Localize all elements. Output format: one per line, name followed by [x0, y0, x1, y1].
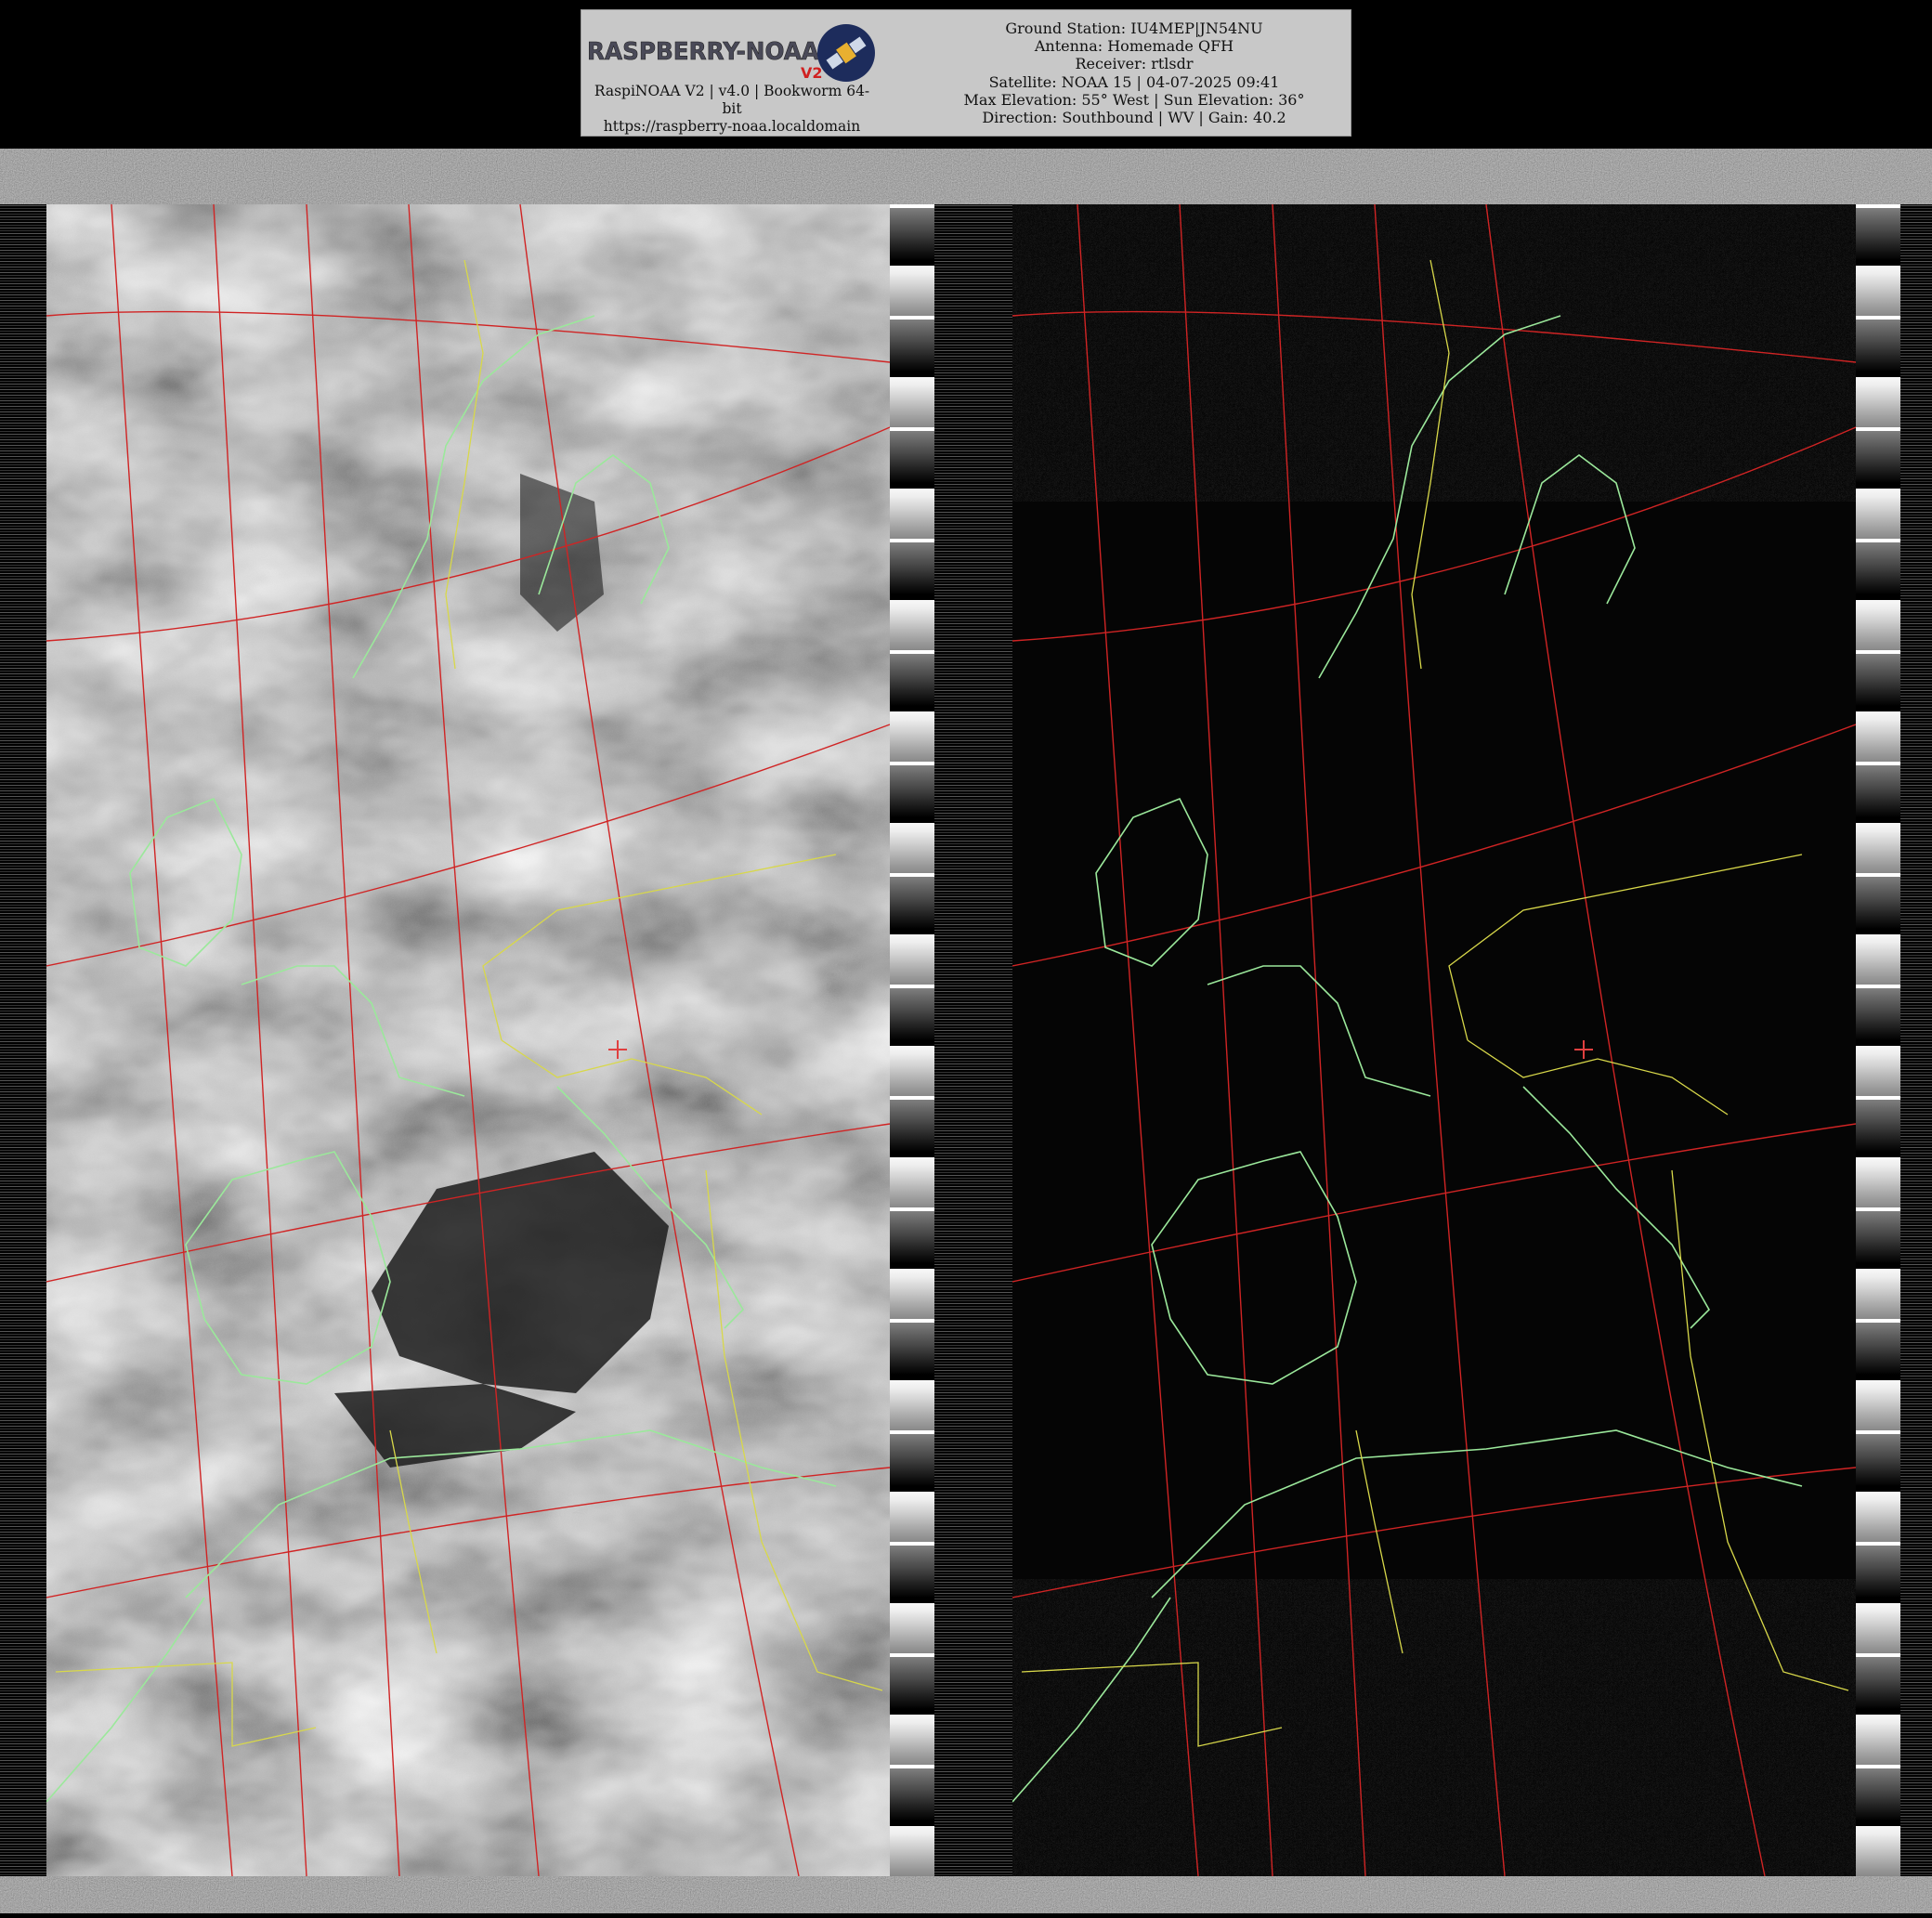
logo-version-badge: V2 [801, 64, 823, 82]
receiver-line: Receiver: rtlsdr [1075, 55, 1194, 73]
pass-info-header: RASPBERRY-NOAA V2 RaspiNOAA V2 | v4.0 | … [581, 9, 1351, 137]
raspberry-noaa-logo: RASPBERRY-NOAA V2 [587, 24, 875, 82]
elevation-line: Max Elevation: 55° West | Sun Elevation:… [963, 90, 1305, 109]
software-version-line: RaspiNOAA V2 | v4.0 | Bookworm 64-bit [594, 83, 870, 117]
software-info: RaspiNOAA V2 | v4.0 | Bookworm 64-bit ht… [585, 83, 879, 136]
infrared-channel [972, 204, 1932, 1876]
station-url-line: https://raspberry-noaa.localdomain [603, 118, 861, 135]
direction-line: Direction: Southbound | WV | Gain: 40.2 [982, 109, 1286, 127]
logo-wordmark: RASPBERRY-NOAA [587, 38, 819, 66]
visible-telemetry-wedges [890, 204, 934, 1876]
pass-details: Ground Station: IU4MEP|JN54NU Antenna: H… [916, 20, 1352, 126]
visible-channel [0, 204, 972, 1876]
satellite-imagery [0, 149, 1932, 1913]
ground-station-line: Ground Station: IU4MEP|JN54NU [1005, 20, 1263, 37]
infrared-telemetry-wedges [1856, 204, 1900, 1876]
satellite-line: Satellite: NOAA 15 | 04-07-2025 09:41 [988, 72, 1280, 91]
antenna-line: Antenna: Homemade QFH [1034, 37, 1234, 56]
